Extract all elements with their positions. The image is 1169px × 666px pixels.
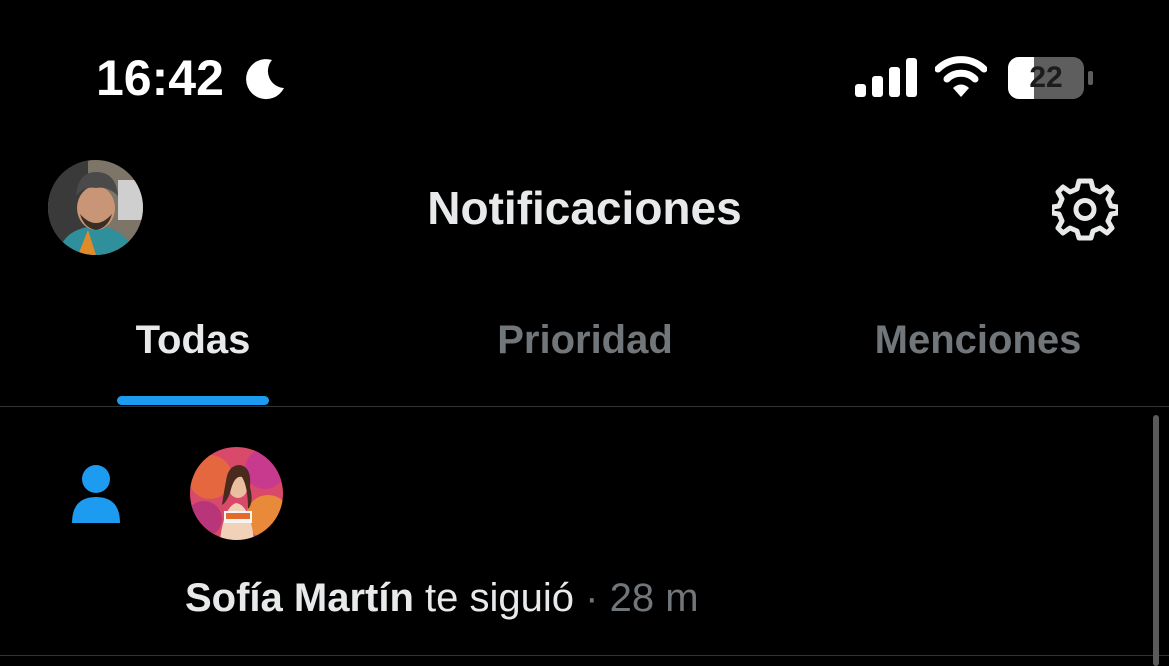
gear-icon[interactable] <box>1052 176 1118 242</box>
notification-separator: · <box>585 576 599 620</box>
wifi-icon <box>935 56 987 97</box>
notification-action: te siguió <box>425 576 575 620</box>
follower-avatar[interactable] <box>190 447 283 540</box>
page-title: Notificaciones <box>427 182 742 234</box>
notification-text: Sofía Martín te siguió · 28 m <box>185 570 699 626</box>
status-time: 16:42 <box>96 50 224 106</box>
battery-level: 22 <box>1029 61 1063 94</box>
tab-mentions[interactable]: Menciones <box>840 312 1116 368</box>
tab-all[interactable]: Todas <box>92 312 294 368</box>
scrollbar[interactable] <box>1153 415 1159 666</box>
tab-priority[interactable]: Prioridad <box>460 312 710 368</box>
header: Notificaciones <box>0 150 1169 266</box>
notification-time: 28 m <box>609 576 699 620</box>
active-tab-indicator <box>117 396 269 405</box>
status-bar: 16:42 22 <box>0 0 1169 150</box>
moon-icon <box>246 59 284 100</box>
notifications-screen: 16:42 22 Notificaciones Todas Prioridad … <box>0 0 1169 666</box>
follower-photo <box>190 447 283 540</box>
person-icon <box>72 465 120 523</box>
notification-item[interactable]: Sofía Martín te siguió · 28 m <box>0 407 1169 656</box>
notification-tabs: Todas Prioridad Menciones <box>0 280 1169 407</box>
signal-icon <box>855 58 917 97</box>
notification-user-name[interactable]: Sofía Martín <box>185 576 414 620</box>
